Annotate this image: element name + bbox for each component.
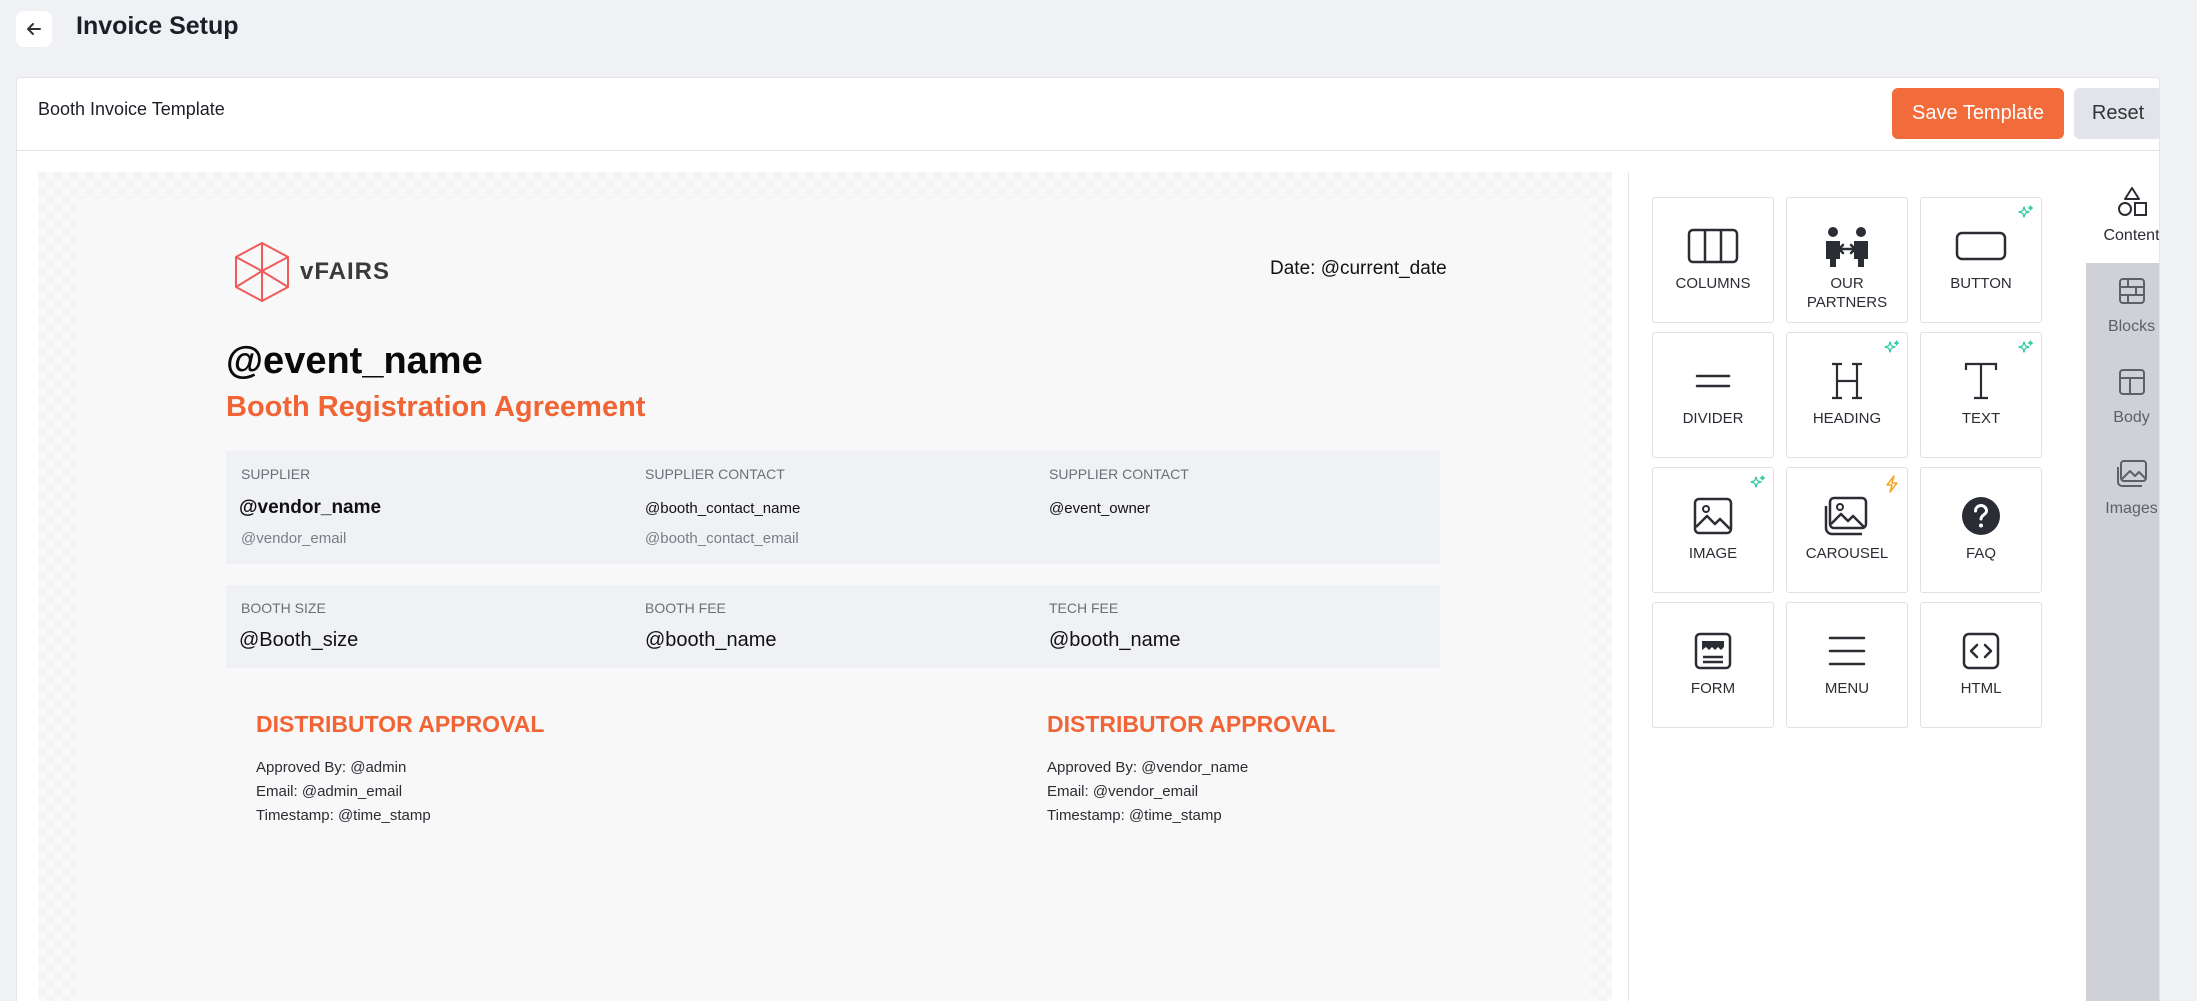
template-name: Booth Invoice Template	[38, 99, 225, 119]
blocks-icon	[2118, 278, 2145, 304]
approval-timestamp: Timestamp: @time_stamp	[1047, 807, 1222, 824]
image-icon	[1693, 497, 1733, 535]
approval-email: Email: @vendor_email	[1047, 783, 1199, 800]
invoice-document[interactable]: vFAIRS Date: @current_date @event_name B…	[76, 198, 1590, 1001]
carousel-icon	[1824, 496, 1868, 536]
approval-email: Email: @admin_email	[256, 783, 403, 800]
tech-fee-label: TECH FEE	[1049, 600, 1119, 616]
booth-size-label: BOOTH SIZE	[241, 600, 326, 616]
vendor-email: @vendor_email	[241, 530, 347, 547]
tool-carousel[interactable]: CAROUSEL	[1786, 467, 1908, 593]
tool-our-partners[interactable]: OUR PARTNERS	[1786, 197, 1908, 323]
booth-contact-email: @booth_contact_email	[645, 530, 799, 547]
card-header: Booth Invoice Template Save Template Res…	[17, 78, 2159, 151]
tool-label: FORM	[1690, 680, 1736, 697]
sparkle-icon	[2018, 340, 2034, 353]
partners-icon	[1826, 227, 1868, 267]
content-tools-panel: COLUMNS OUR PARTNERS BUTTON DIVIDER HEAD…	[1628, 172, 2086, 1001]
supplier-label: SUPPLIER	[241, 466, 311, 482]
tool-label: DIVIDER	[1682, 410, 1744, 427]
button-icon	[1955, 231, 2007, 261]
columns-icon	[1687, 228, 1739, 264]
tool-label: OUR PARTNERS	[1806, 275, 1888, 311]
booth-fee-value: @booth_name	[645, 629, 777, 651]
sparkle-icon	[1884, 340, 1900, 353]
current-date: Date: @current_date	[1270, 258, 1447, 279]
vfairs-logo: vFAIRS	[234, 241, 390, 303]
approved-by: Approved By: @admin	[256, 759, 407, 776]
tab-body[interactable]: Body	[2086, 354, 2159, 445]
event-name: @event_name	[226, 340, 483, 382]
tool-divider[interactable]: DIVIDER	[1652, 332, 1774, 458]
booth-fee-label: BOOTH FEE	[645, 600, 726, 616]
booth-size-value: @Booth_size	[239, 629, 359, 651]
tech-fee-value: @booth_name	[1049, 629, 1181, 651]
sparkle-icon	[2018, 205, 2034, 218]
divider-icon	[1695, 374, 1731, 388]
tool-heading[interactable]: HEADING	[1786, 332, 1908, 458]
layout-icon	[2118, 369, 2145, 395]
shapes-icon	[2117, 187, 2147, 216]
tool-label: COLUMNS	[1675, 275, 1751, 292]
logo-text: vFAIRS	[300, 258, 391, 285]
tab-label: Body	[2113, 409, 2150, 426]
agreement-title: Booth Registration Agreement	[226, 391, 646, 423]
tool-label: FAQ	[1965, 545, 1996, 562]
editor-canvas[interactable]: vFAIRS Date: @current_date @event_name B…	[38, 172, 1612, 1001]
reset-button[interactable]: Reset	[2074, 88, 2159, 139]
approval-heading: DISTRIBUTOR APPROVAL	[1047, 711, 1336, 737]
tool-label: CAROUSEL	[1805, 545, 1889, 562]
tool-text[interactable]: TEXT	[1920, 332, 2042, 458]
lightning-icon	[1886, 475, 1898, 493]
tool-image[interactable]: IMAGE	[1652, 467, 1774, 593]
tab-label: Images	[2105, 500, 2158, 517]
approval-left: DISTRIBUTOR APPROVAL Approved By: @admin…	[256, 711, 544, 824]
tool-label: IMAGE	[1688, 545, 1738, 562]
approval-heading: DISTRIBUTOR APPROVAL	[256, 711, 545, 737]
html-icon	[1962, 632, 2000, 670]
tool-label: TEXT	[1961, 410, 2001, 427]
tab-blocks[interactable]: Blocks	[2086, 263, 2159, 354]
tool-label: HTML	[1960, 680, 2002, 697]
tool-label: BUTTON	[1950, 275, 2012, 292]
approval-right: DISTRIBUTOR APPROVAL Approved By: @vendo…	[1047, 711, 1335, 824]
fees-info-box: BOOTH SIZE @Booth_size BOOTH FEE @booth_…	[226, 585, 1440, 668]
tab-images[interactable]: Images	[2086, 445, 2159, 536]
form-icon	[1694, 632, 1732, 670]
menu-icon	[1828, 636, 1866, 666]
faq-icon	[1962, 497, 2000, 535]
supplier-info-box: SUPPLIER @vendor_name @vendor_email SUPP…	[226, 451, 1440, 564]
approved-by: Approved By: @vendor_name	[1047, 759, 1249, 776]
back-button[interactable]	[16, 11, 52, 47]
text-icon	[1964, 362, 1998, 400]
tool-menu[interactable]: MENU	[1786, 602, 1908, 728]
images-icon	[2116, 460, 2147, 487]
approval-timestamp: Timestamp: @time_stamp	[256, 807, 431, 824]
tool-form[interactable]: FORM	[1652, 602, 1774, 728]
tab-content[interactable]: Content	[2086, 172, 2160, 263]
tool-button[interactable]: BUTTON	[1920, 197, 2042, 323]
sparkle-icon	[1750, 475, 1766, 488]
cube-logo-icon	[235, 242, 289, 302]
tab-label: Blocks	[2107, 318, 2156, 335]
supplier-contact-label: SUPPLIER CONTACT	[645, 466, 785, 482]
tool-faq[interactable]: FAQ	[1920, 467, 2042, 593]
save-template-button[interactable]: Save Template	[1892, 88, 2064, 139]
supplier-contact-2-label: SUPPLIER CONTACT	[1049, 466, 1189, 482]
editor-card: Booth Invoice Template Save Template Res…	[16, 77, 2160, 1001]
active-tab-pointer	[2074, 281, 2086, 305]
tool-columns[interactable]: COLUMNS	[1652, 197, 1774, 323]
top-bar: Invoice Setup	[0, 0, 2197, 56]
tool-label: MENU	[1824, 680, 1870, 697]
page-title: Invoice Setup	[76, 12, 239, 40]
arrow-left-icon	[27, 23, 41, 35]
event-owner: @event_owner	[1049, 500, 1151, 517]
heading-icon	[1832, 362, 1862, 400]
vendor-name: @vendor_name	[239, 497, 382, 518]
editor-tabs: Content Blocks Body Images	[2086, 172, 2160, 1001]
tab-label: Content	[2103, 227, 2160, 244]
tool-label: HEADING	[1812, 410, 1882, 427]
tool-html[interactable]: HTML	[1920, 602, 2042, 728]
booth-contact-name: @booth_contact_name	[645, 500, 801, 517]
